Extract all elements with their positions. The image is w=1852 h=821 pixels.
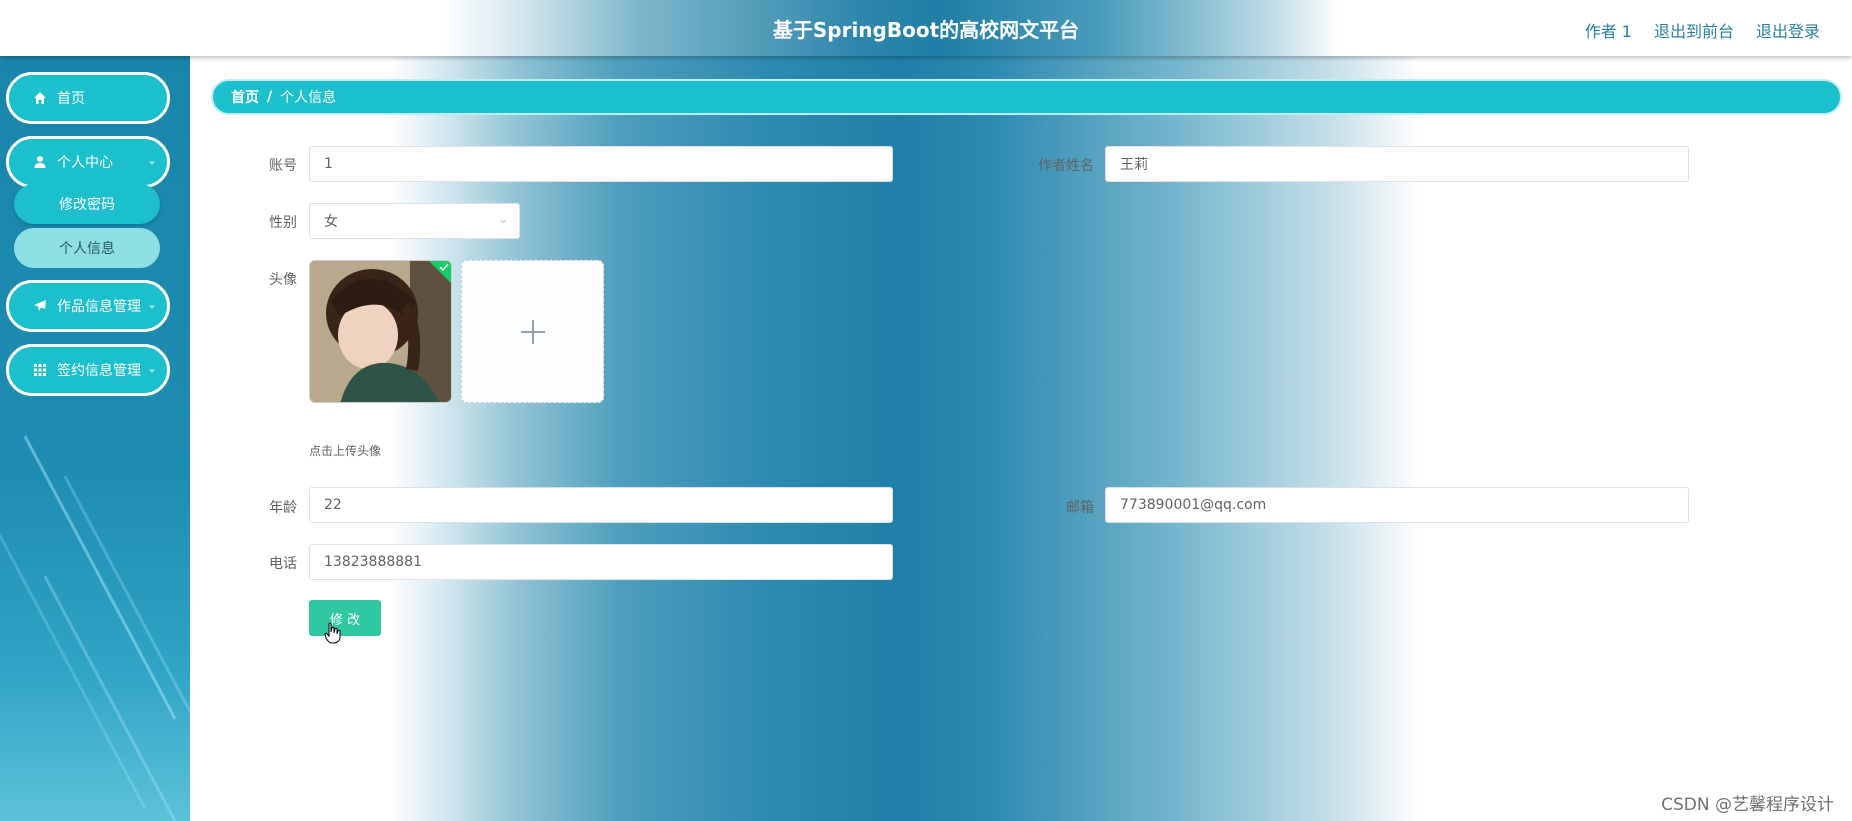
author-name-input[interactable]: 王莉: [1105, 146, 1689, 182]
age-label: 年龄: [269, 500, 297, 516]
email-value: 773890001@qq.com: [1120, 497, 1267, 513]
chevron-down-icon: ⌄: [146, 361, 157, 375]
chevron-down-icon: ⌄: [498, 212, 509, 227]
submit-button[interactable]: 修 改: [309, 600, 381, 636]
author-name-value: 王莉: [1120, 157, 1148, 173]
phone-input[interactable]: 13823888881: [309, 544, 893, 580]
sidebar-item-works-management[interactable]: 作品信息管理 ⌄: [6, 280, 170, 332]
background: [0, 0, 1852, 821]
age-value: 22: [324, 497, 342, 513]
watermark: CSDN @艺馨程序设计: [1661, 795, 1834, 815]
app-title: 基于SpringBoot的高校网文平台: [772, 18, 1080, 42]
sidebar-item-label: 作品信息管理: [57, 299, 141, 315]
gender-value: 女: [324, 214, 338, 230]
check-badge-icon: [429, 261, 451, 283]
avatar-upload-button[interactable]: [461, 260, 604, 403]
sidebar: 首页 个人中心 ⌄ 修改密码 个人信息 作品信息管理 ⌄ 签约信息管理 ⌄: [0, 56, 190, 821]
top-header: 基于SpringBoot的高校网文平台 作者 1 退出到前台 退出登录: [0, 0, 1852, 56]
age-input[interactable]: 22: [309, 487, 893, 523]
hand-cursor-icon: [324, 622, 341, 644]
account-label: 账号: [269, 158, 297, 174]
phone-label: 电话: [269, 556, 297, 572]
sidebar-subitem-change-password[interactable]: 修改密码: [14, 184, 160, 224]
chevron-down-icon: ⌄: [146, 297, 157, 311]
breadcrumb: 首页 / 个人信息: [211, 79, 1842, 115]
decor-streak: [0, 525, 147, 810]
email-label: 邮箱: [1066, 500, 1094, 516]
upload-tip: 点击上传头像: [309, 444, 382, 458]
home-icon: [34, 92, 46, 104]
account-value: 1: [324, 156, 333, 172]
sidebar-subitem-label: 个人信息: [59, 241, 115, 257]
header-links: 作者 1 退出到前台 退出登录: [1585, 18, 1820, 42]
sidebar-item-label: 签约信息管理: [57, 363, 141, 379]
breadcrumb-home[interactable]: 首页: [231, 87, 259, 107]
email-input[interactable]: 773890001@qq.com: [1105, 487, 1689, 523]
plus-icon: [520, 319, 545, 344]
sidebar-item-label: 个人中心: [57, 155, 113, 171]
avatar-image[interactable]: [309, 260, 452, 403]
gender-label: 性别: [269, 215, 297, 231]
phone-value: 13823888881: [324, 554, 422, 570]
gender-select[interactable]: 女 ⌄: [309, 203, 520, 239]
current-user-link[interactable]: 作者 1: [1585, 18, 1632, 42]
sidebar-item-contract-management[interactable]: 签约信息管理 ⌄: [6, 344, 170, 396]
breadcrumb-current: 个人信息: [280, 90, 337, 106]
sidebar-subitem-label: 修改密码: [59, 197, 115, 213]
grid-icon: [34, 364, 46, 376]
exit-to-frontend-link[interactable]: 退出到前台: [1654, 18, 1734, 42]
sidebar-subitem-personal-info[interactable]: 个人信息: [14, 228, 160, 268]
breadcrumb-separator: /: [267, 89, 273, 105]
account-input[interactable]: 1: [309, 146, 893, 182]
author-name-label: 作者姓名: [1038, 158, 1094, 174]
logout-link[interactable]: 退出登录: [1756, 18, 1820, 42]
sidebar-item-label: 首页: [57, 91, 85, 107]
sidebar-item-home[interactable]: 首页: [6, 72, 170, 124]
avatar-label: 头像: [269, 272, 297, 288]
chevron-down-icon: ⌄: [146, 153, 157, 167]
send-icon: [34, 300, 46, 311]
decor-streak: [63, 475, 190, 760]
user-icon: [34, 156, 46, 168]
sidebar-item-personal-center[interactable]: 个人中心 ⌄: [6, 136, 170, 188]
